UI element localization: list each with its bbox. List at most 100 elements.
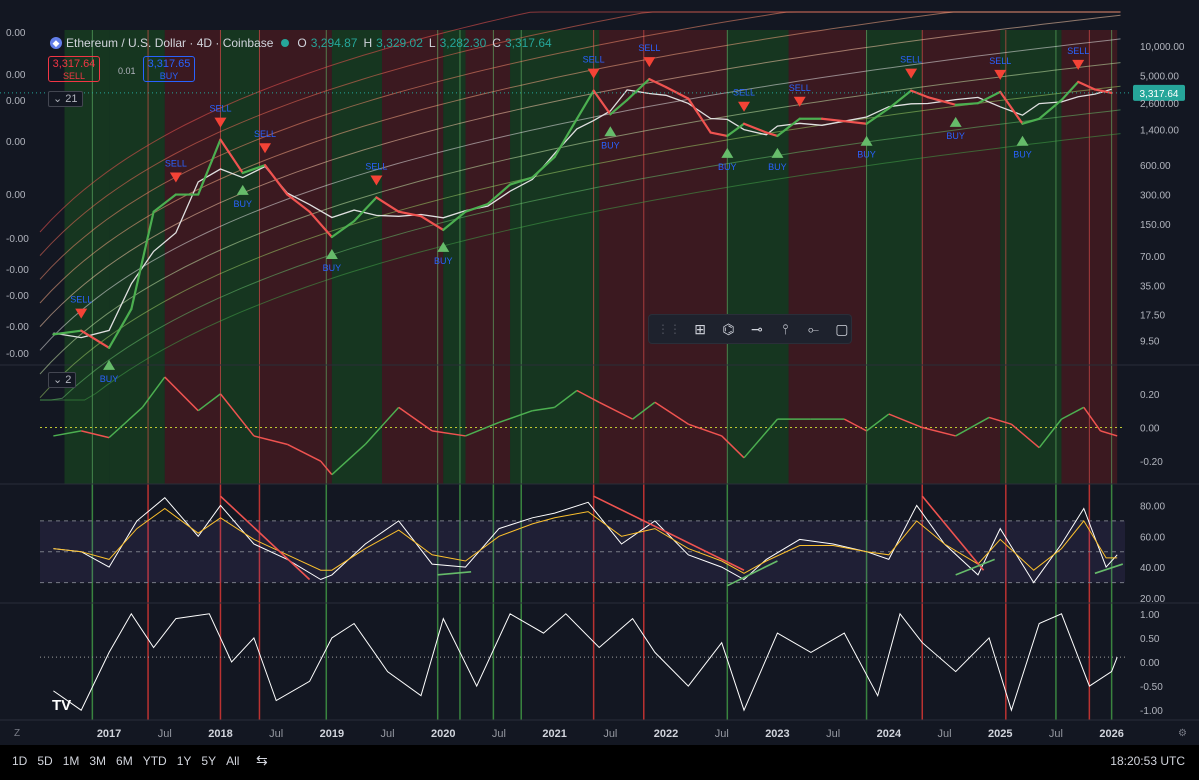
close-value: 3,317.64 xyxy=(504,36,552,50)
sell-marker-label: SELL xyxy=(254,129,276,139)
range-1d[interactable]: 1D xyxy=(12,754,27,768)
left-axis-label: 0.00 xyxy=(6,96,26,107)
buy-marker-label: BUY xyxy=(1013,150,1032,160)
range-all[interactable]: All xyxy=(226,754,239,768)
buy-button[interactable]: 3,317.65 BUY xyxy=(143,56,195,82)
osc-axis-tick: -0.20 xyxy=(1140,457,1163,468)
time-axis-tick: 2022 xyxy=(654,728,678,740)
left-axis-label: 0.00 xyxy=(6,28,26,39)
osc-indicators-toggle[interactable]: ⌄ 2 xyxy=(48,372,77,388)
time-axis-tick: Jul xyxy=(938,728,952,740)
stoch-axis-tick: 0.00 xyxy=(1140,658,1160,669)
time-axis-tick: 2019 xyxy=(320,728,344,740)
price-axis-tick: 9.50 xyxy=(1140,337,1160,348)
range-6m[interactable]: 6M xyxy=(116,754,133,768)
range-5y[interactable]: 5Y xyxy=(201,754,216,768)
open-value: 3,294.87 xyxy=(310,36,358,50)
market-status-icon xyxy=(281,39,290,47)
regime-band xyxy=(510,30,600,484)
drag-handle-icon[interactable]: ⋮⋮ xyxy=(657,322,681,336)
buy-marker-label: BUY xyxy=(857,150,876,160)
left-axis-label: 0.00 xyxy=(6,70,26,81)
main-indicators-toggle[interactable]: ⌄ 21 xyxy=(48,91,83,107)
sell-marker-label: SELL xyxy=(70,295,92,305)
regime-band xyxy=(109,30,165,484)
settings-gear-icon[interactable]: ⚙ xyxy=(1178,728,1187,739)
rectangle-tool-icon[interactable]: ▢ xyxy=(833,318,851,340)
rsi-axis-tick: 80.00 xyxy=(1140,501,1165,512)
buy-marker-label: BUY xyxy=(946,131,965,141)
sell-marker-label: SELL xyxy=(365,161,387,171)
range-3m[interactable]: 3M xyxy=(89,754,106,768)
zoom-reset-icon[interactable]: Z xyxy=(14,728,20,739)
crosshair-tool-icon[interactable]: ⊞ xyxy=(691,318,709,340)
clock[interactable]: 18:20:53 UTC xyxy=(1110,754,1185,768)
price-axis-tick: 17.50 xyxy=(1140,311,1165,322)
range-1m[interactable]: 1M xyxy=(63,754,80,768)
stoch-axis-tick: -1.00 xyxy=(1140,706,1163,717)
buy-marker-label: BUY xyxy=(768,162,787,172)
time-range-buttons: 1D 5D 1M 3M 6M YTD 1Y 5Y All xyxy=(12,754,239,768)
horizontal-ray-icon[interactable]: ⊸ xyxy=(748,318,766,340)
stoch-axis-tick: -0.50 xyxy=(1140,682,1163,693)
range-1y[interactable]: 1Y xyxy=(177,754,192,768)
regime-band xyxy=(331,30,382,484)
symbol-title[interactable]: Ethereum / U.S. Dollar · 4D · Coinbase xyxy=(66,36,273,50)
time-axis-tick: Jul xyxy=(826,728,840,740)
time-axis-tick: Jul xyxy=(158,728,172,740)
sell-marker-label: SELL xyxy=(989,56,1011,66)
stoch-axis-tick: 1.00 xyxy=(1140,610,1160,621)
high-value: 3,329.02 xyxy=(376,36,423,50)
low-label: L xyxy=(428,36,436,50)
buy-marker-label: BUY xyxy=(323,263,342,273)
buy-marker-label: BUY xyxy=(233,199,252,209)
sell-price: 3,317.64 xyxy=(52,58,96,70)
sell-marker-label: SELL xyxy=(638,43,660,53)
rsi-axis-tick: 60.00 xyxy=(1140,532,1165,543)
buy-price: 3,317.65 xyxy=(147,58,191,70)
left-axis-label: -0.00 xyxy=(6,234,29,245)
rsi-axis-tick: 40.00 xyxy=(1140,563,1165,574)
vertical-line-icon[interactable]: ⫯ xyxy=(776,318,794,340)
sell-marker-label: SELL xyxy=(900,55,922,65)
sell-button[interactable]: 3,317.64 SELL xyxy=(48,56,100,82)
low-value: 3,282.30 xyxy=(439,36,487,50)
left-axis-label: 0.00 xyxy=(6,137,26,148)
path-tool-icon[interactable]: ⌬ xyxy=(719,318,737,340)
time-axis-tick: 2024 xyxy=(877,728,902,740)
price-axis-tick: 70.00 xyxy=(1140,252,1165,263)
chart-canvas[interactable]: SELL BUY SELL SELL BUY SELL BUY SELL BUY SELL BUY S… xyxy=(0,0,1199,780)
sell-label: SELL xyxy=(62,71,86,81)
time-axis-tick: Jul xyxy=(381,728,395,740)
price-axis-tick: 150.00 xyxy=(1140,220,1171,231)
horizontal-line-icon[interactable]: ⟜ xyxy=(804,318,822,340)
price-axis-tick: 2,600.00 xyxy=(1140,99,1179,110)
range-ytd[interactable]: YTD xyxy=(143,754,167,768)
time-axis-tick: 2017 xyxy=(97,728,121,740)
high-label: H xyxy=(363,36,373,50)
osc-axis-tick: 0.20 xyxy=(1140,390,1160,401)
time-axis-tick: 2018 xyxy=(208,728,232,740)
range-5d[interactable]: 5D xyxy=(37,754,52,768)
regime-band xyxy=(164,30,221,484)
symbol-header: ◆ Ethereum / U.S. Dollar · 4D · Coinbase… xyxy=(50,36,552,50)
left-axis-label: -0.00 xyxy=(6,291,29,302)
buy-marker-label: BUY xyxy=(100,374,119,384)
left-axis-label: -0.00 xyxy=(6,265,29,276)
ethereum-icon: ◆ xyxy=(50,37,62,49)
tradingview-logo: TV xyxy=(52,697,72,714)
sell-marker-label: SELL xyxy=(789,83,811,93)
time-axis-tick: Jul xyxy=(1049,728,1063,740)
regime-band xyxy=(727,30,789,484)
time-axis-tick: 2020 xyxy=(431,728,455,740)
sell-marker-label: SELL xyxy=(209,104,231,114)
time-axis-tick: Jul xyxy=(492,728,506,740)
time-axis-tick: Jul xyxy=(715,728,729,740)
sell-marker-label: SELL xyxy=(1067,46,1089,56)
price-axis-tick: 35.00 xyxy=(1140,281,1165,292)
price-axis-tick: 5,000.00 xyxy=(1140,72,1179,83)
price-axis-tick: 300.00 xyxy=(1140,191,1171,202)
buy-marker-label: BUY xyxy=(434,256,453,266)
regime-band xyxy=(465,30,511,484)
goto-date-icon[interactable]: ⇆ xyxy=(256,752,268,769)
